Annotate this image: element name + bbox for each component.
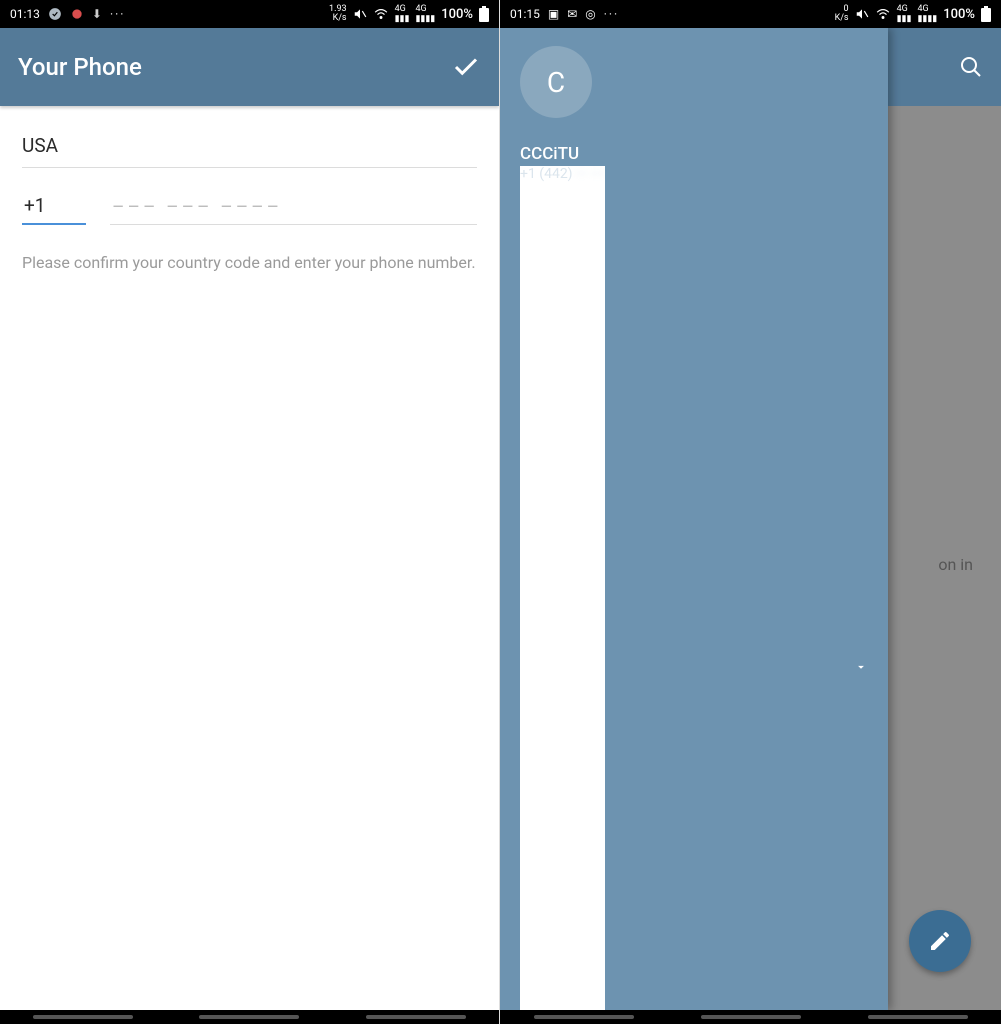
country-code-input[interactable] <box>22 188 86 225</box>
page-title: Your Phone <box>18 53 142 81</box>
helper-text: Please confirm your country code and ent… <box>22 251 477 274</box>
status-battery-pct: 100% <box>441 7 473 22</box>
status-gallery-icon: ▣ <box>548 7 559 21</box>
android-nav-bar <box>500 1010 1001 1024</box>
nav-recent[interactable] <box>33 1015 133 1019</box>
status-bar: 01:13 ⬇ ··· 1.93 K/s 4G▮▮▮ 4G▮▮▮▮ 100% <box>0 0 499 28</box>
drawer-header: C CCCiTU +1 (442) ··· ···· <box>500 28 888 1024</box>
status-battery-pct: 100% <box>943 7 975 22</box>
nav-recent[interactable] <box>534 1015 634 1019</box>
login-form: USA ––– ––– –––– Please confirm your cou… <box>0 106 499 294</box>
status-more-icon: ··· <box>110 7 125 21</box>
mute-icon <box>855 7 869 21</box>
nav-back[interactable] <box>366 1015 466 1019</box>
signal-4g-icon: 4G▮▮▮ <box>395 4 410 24</box>
nav-home[interactable] <box>701 1015 801 1019</box>
status-time: 01:13 <box>10 7 40 21</box>
account-switcher[interactable] <box>854 660 868 674</box>
status-more-icon: ··· <box>604 7 619 21</box>
signal-4g-icon-2: 4G▮▮▮▮ <box>917 4 937 24</box>
avatar[interactable]: C <box>520 46 592 118</box>
status-time: 01:15 <box>510 7 540 21</box>
battery-icon <box>479 6 489 22</box>
battery-icon <box>981 6 991 22</box>
signal-4g-icon: 4G▮▮▮ <box>897 4 912 24</box>
bg-text-fragment: on in <box>938 555 973 574</box>
status-download-icon: ⬇ <box>92 7 102 21</box>
confirm-button[interactable] <box>451 52 481 82</box>
status-app-icon <box>48 7 62 21</box>
drawer-user-phone: +1 (442) ··· ···· <box>520 166 605 1024</box>
android-nav-bar <box>0 1010 499 1024</box>
status-speed: 0 K/s <box>835 5 849 23</box>
nav-back[interactable] <box>868 1015 968 1019</box>
status-rec-icon <box>70 7 84 21</box>
status-mail-icon: ✉ <box>567 7 577 21</box>
phone-screen-drawer: 01:15 ▣ ✉ ◎ ··· 0 K/s 4G▮▮▮ 4G▮▮▮▮ 100% <box>500 0 1001 1024</box>
search-button[interactable] <box>959 55 983 79</box>
appbar: Your Phone <box>0 28 499 106</box>
phone-screen-login: 01:13 ⬇ ··· 1.93 K/s 4G▮▮▮ 4G▮▮▮▮ 100% <box>0 0 500 1024</box>
nav-drawer: C CCCiTU +1 (442) ··· ···· New GroupNew … <box>500 28 888 1010</box>
wifi-icon <box>373 7 389 21</box>
compose-fab[interactable] <box>909 910 971 972</box>
status-speed: 1.93 K/s <box>329 5 347 23</box>
avatar-initial: C <box>547 66 565 99</box>
signal-4g-icon-2: 4G▮▮▮▮ <box>415 4 435 24</box>
nav-home[interactable] <box>199 1015 299 1019</box>
drawer-user-name: CCCiTU <box>520 144 605 164</box>
country-select[interactable]: USA <box>22 126 477 168</box>
mute-icon <box>353 7 367 21</box>
wifi-icon <box>875 7 891 21</box>
phone-number-input[interactable]: ––– ––– –––– <box>110 189 477 225</box>
status-bar: 01:15 ▣ ✉ ◎ ··· 0 K/s 4G▮▮▮ 4G▮▮▮▮ 100% <box>500 0 1001 28</box>
status-chat-icon: ◎ <box>585 7 595 21</box>
